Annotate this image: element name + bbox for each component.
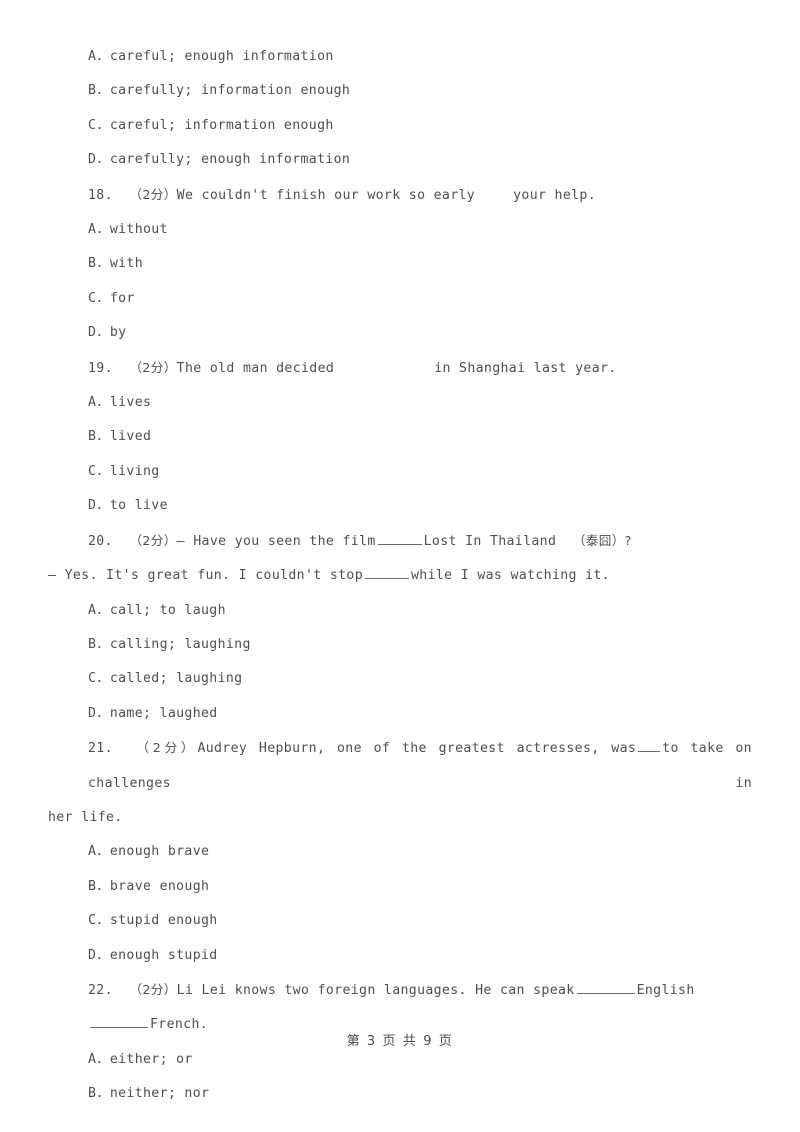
option-row: D．enough stupid: [88, 947, 218, 963]
question-points: （2分）: [129, 359, 177, 375]
question-number: 18.: [88, 187, 113, 203]
question-text-tail: in Shanghai last year.: [434, 360, 617, 376]
option-row: D．by: [88, 325, 127, 341]
page-content: A．careful; enough information B．carefull…: [48, 40, 752, 1112]
question-19-stem: 19. （2分）The old man decided in Shanghai l…: [48, 351, 752, 386]
question-number: 21.: [88, 741, 113, 757]
answer-blank: [638, 740, 661, 753]
answer-blank: [576, 982, 635, 994]
page-footer: 第 3 页 共 9 页: [346, 1034, 454, 1049]
question-21-stem-line2: her life.: [48, 809, 123, 825]
question-number: 22.: [88, 982, 113, 998]
option-row: A．enough brave: [88, 844, 210, 860]
option-row: C．stupid enough: [88, 913, 218, 929]
option-row: C．called; laughing: [88, 671, 243, 687]
option-row: C．careful; information enough: [88, 117, 334, 133]
question-number: 19.: [88, 360, 113, 376]
question-points: （2分）: [129, 981, 177, 997]
question-text: Audrey Hepburn, one of the greatest actr…: [197, 741, 637, 757]
question-21-stem-line1: 21. （2分）Audrey Hepburn, one of the great…: [48, 731, 752, 801]
question-20-stem-line1: 20. （2分）— Have you seen the film Lost In …: [48, 524, 752, 559]
option-row: B．calling; laughing: [88, 636, 251, 652]
question-text-tail: your help.: [513, 187, 597, 203]
option-row: D．name; laughed: [88, 705, 218, 721]
option-row: C．for: [88, 290, 135, 306]
answer-blank: [365, 567, 410, 580]
question-text: — Have you seen the film: [176, 533, 376, 549]
question-text-mid: Lost In Thailand: [423, 533, 557, 549]
question-text-mid: English: [636, 982, 695, 998]
option-row: A．careful; enough information: [88, 49, 334, 64]
question-text: We couldn't finish our work so early: [176, 187, 476, 203]
option-row: B．with: [88, 256, 143, 272]
option-row: B．lived: [88, 429, 152, 445]
option-row: C．living: [88, 463, 160, 479]
option-row: B．carefully; information enough: [88, 83, 351, 99]
question-20-stem-line2: — Yes. It's great fun. I couldn't stop wh…: [48, 559, 752, 593]
question-number: 20.: [88, 533, 113, 549]
question-points: （2分）: [136, 740, 198, 756]
option-row: D．carefully; enough information: [88, 152, 351, 168]
question-points: （2分）: [129, 532, 177, 548]
question-text: — Yes. It's great fun. I couldn't stop: [48, 568, 364, 584]
question-text-tail: while I was watching it.: [411, 568, 610, 584]
option-row: B．brave enough: [88, 878, 210, 894]
option-row: D．to live: [88, 498, 168, 514]
option-row: B．neither; nor: [88, 1086, 210, 1102]
question-text-cjk: （泰囧）?: [572, 532, 632, 548]
option-row: A．lives: [88, 395, 152, 411]
answer-blank: [377, 532, 422, 545]
option-row: A．without: [88, 222, 168, 238]
document-page: A．careful; enough information B．carefull…: [0, 0, 800, 1132]
question-text: Li Lei knows two foreign languages. He c…: [176, 982, 575, 998]
answer-blank: [90, 1016, 148, 1029]
option-row: A．call; to laugh: [88, 602, 226, 618]
question-text: The old man decided: [176, 360, 335, 376]
question-points: （2分）: [129, 186, 177, 202]
question-18-stem: 18. （2分）We couldn't finish our work so e…: [48, 178, 752, 213]
